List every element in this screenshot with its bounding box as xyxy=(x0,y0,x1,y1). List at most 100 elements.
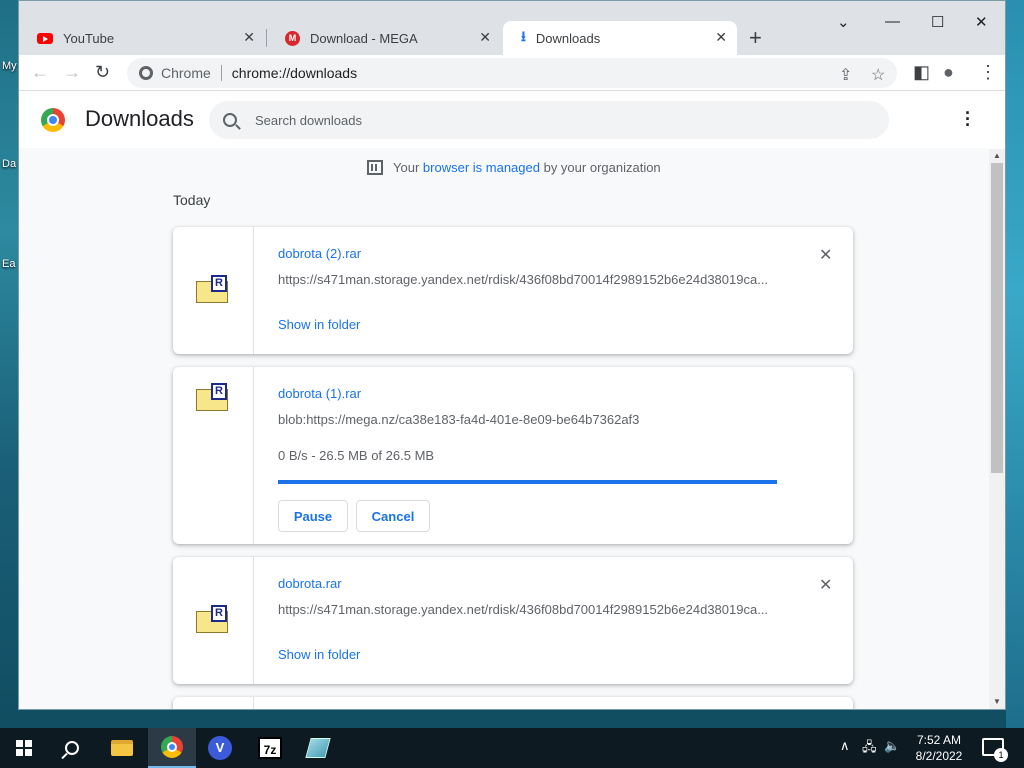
tab-label: YouTube xyxy=(63,30,115,46)
rar-file-icon: R xyxy=(196,275,228,303)
download-status: 0 B/s - 26.5 MB of 26.5 MB xyxy=(278,448,435,463)
download-item xyxy=(173,697,853,709)
close-icon[interactable]: ✕ xyxy=(243,29,255,46)
search-input[interactable] xyxy=(255,112,855,128)
omnibox-label: Chrome xyxy=(161,65,211,81)
network-icon[interactable]: 🖧 xyxy=(862,738,877,760)
download-icon: ⭳ xyxy=(521,28,526,44)
tab-label: Download - MEGA xyxy=(310,30,418,46)
file-name-link[interactable]: dobrota.rar xyxy=(278,576,342,591)
tab-strip: YouTube ✕ M Download - MEGA ✕ ⭳ Download… xyxy=(19,1,1005,55)
clock-date: 8/2/2022 xyxy=(915,749,963,763)
7zip-icon: 7z xyxy=(258,737,282,759)
page-title: Downloads xyxy=(85,106,194,131)
forward-icon[interactable]: → xyxy=(63,62,81,83)
search-button[interactable] xyxy=(48,728,96,768)
file-url[interactable]: https://s471man.storage.yandex.net/rdisk… xyxy=(278,602,778,617)
share-icon[interactable]: ⇪ xyxy=(839,65,852,85)
start-button[interactable] xyxy=(0,728,48,768)
window-close-button[interactable]: ✕ xyxy=(975,13,988,31)
scroll-down-icon[interactable]: ▼ xyxy=(993,697,1001,706)
side-panel-icon[interactable]: ◧ xyxy=(913,62,930,83)
rar-file-icon: R xyxy=(196,383,228,411)
folder-icon xyxy=(111,740,133,756)
file-icon-column: R xyxy=(173,227,254,354)
address-bar[interactable]: Chrome chrome://downloads ⇪ ☆ xyxy=(127,58,897,88)
file-name-link[interactable]: dobrota (2).rar xyxy=(278,246,361,261)
search-bar[interactable] xyxy=(209,101,889,139)
chrome-logo-icon xyxy=(41,108,65,132)
desktop-icon-label[interactable]: Ea xyxy=(2,258,15,270)
search-icon xyxy=(65,741,79,755)
remove-item-icon[interactable]: ✕ xyxy=(819,575,832,595)
back-icon[interactable]: ← xyxy=(31,62,49,83)
browser-menu-icon[interactable]: ⋮ xyxy=(979,62,997,83)
chrome-taskbar-button[interactable] xyxy=(148,728,196,768)
toolbar: ← → ↻ Chrome chrome://downloads ⇪ ☆ ◧ ● … xyxy=(19,55,1005,91)
download-item: R dobrota (1).rar blob:https://mega.nz/c… xyxy=(173,367,853,544)
tab-downloads[interactable]: ⭳ Downloads ✕ xyxy=(503,21,737,55)
page-scrollbar[interactable]: ▲ ▼ xyxy=(989,149,1005,709)
minimize-button[interactable]: — xyxy=(885,13,900,30)
profile-avatar-icon[interactable]: ● xyxy=(943,62,954,83)
managed-notice: Your browser is managed by your organiza… xyxy=(367,160,661,175)
file-url[interactable]: https://s471man.storage.yandex.net/rdisk… xyxy=(278,272,778,287)
maximize-button[interactable]: ☐ xyxy=(931,13,944,31)
download-progress-bar xyxy=(278,480,777,484)
chrome-page-icon xyxy=(139,66,153,80)
managed-prefix: Your xyxy=(393,160,420,175)
cancel-button[interactable]: Cancel xyxy=(356,500,430,532)
reload-icon[interactable]: ↻ xyxy=(95,62,110,83)
file-url[interactable]: blob:https://mega.nz/ca38e183-fa4d-401e-… xyxy=(278,412,778,427)
omnibox-url: chrome://downloads xyxy=(231,65,358,81)
download-item: R dobrota.rar https://s471man.storage.ya… xyxy=(173,557,853,684)
desktop-icon-label[interactable]: My xyxy=(2,60,17,72)
scroll-up-icon[interactable]: ▲ xyxy=(993,151,1001,160)
managed-link[interactable]: browser is managed xyxy=(423,160,540,175)
tab-mega[interactable]: M Download - MEGA ✕ xyxy=(267,21,501,55)
clock-time: 7:52 AM xyxy=(916,733,962,747)
clock[interactable]: 7:52 AM 8/2/2022 xyxy=(900,732,978,764)
close-icon[interactable]: ✕ xyxy=(715,29,727,46)
building-icon xyxy=(367,160,383,175)
7zip-button[interactable]: 7z xyxy=(246,728,294,768)
chrome-window: YouTube ✕ M Download - MEGA ✕ ⭳ Download… xyxy=(18,0,1006,710)
file-icon-column: R xyxy=(173,367,254,544)
vpn-app-button[interactable]: V xyxy=(196,728,244,768)
download-progress-fill xyxy=(278,480,777,484)
taskbar: V 7z ∧ 🖧 🔈 7:52 AM 8/2/2022 1 xyxy=(0,728,1024,768)
search-icon xyxy=(223,113,237,127)
rar-file-icon: R xyxy=(196,605,228,633)
volume-icon[interactable]: 🔈 xyxy=(884,738,900,754)
bookmark-star-icon[interactable]: ☆ xyxy=(871,65,885,85)
v-app-icon: V xyxy=(208,736,232,760)
tray-expand-icon[interactable]: ∧ xyxy=(840,738,850,754)
mega-icon: M xyxy=(285,30,300,46)
windows-logo-icon xyxy=(16,740,32,756)
desktop-icon-label[interactable]: Da xyxy=(2,158,16,170)
file-name-link[interactable]: dobrota (1).rar xyxy=(278,386,361,401)
show-in-folder-link[interactable]: Show in folder xyxy=(278,647,360,662)
pause-button[interactable]: Pause xyxy=(278,500,348,532)
chrome-icon xyxy=(161,736,183,758)
more-actions-icon[interactable]: · · · xyxy=(965,104,971,134)
managed-suffix: by your organization xyxy=(543,160,661,175)
date-section-label: Today xyxy=(173,192,211,208)
tab-search-icon[interactable]: ⌄ xyxy=(837,13,850,31)
new-tab-button[interactable]: + xyxy=(749,25,762,51)
downloads-page: Downloads ··· Your browser is managed by… xyxy=(19,92,989,709)
youtube-icon xyxy=(37,32,53,44)
desktop-wallpaper xyxy=(1006,0,1024,728)
tab-label: Downloads xyxy=(535,30,601,46)
tab-youtube[interactable]: YouTube ✕ xyxy=(19,21,265,55)
close-icon[interactable]: ✕ xyxy=(479,29,491,46)
show-in-folder-link[interactable]: Show in folder xyxy=(278,317,360,332)
book-icon xyxy=(305,738,331,758)
book-app-button[interactable] xyxy=(294,728,342,768)
omnibox-separator xyxy=(220,65,222,81)
page-header: Downloads ··· xyxy=(19,92,989,148)
remove-item-icon[interactable]: ✕ xyxy=(819,245,832,265)
file-explorer-button[interactable] xyxy=(98,728,146,768)
file-icon-column: R xyxy=(173,557,254,684)
scrollbar-thumb[interactable] xyxy=(991,163,1003,473)
